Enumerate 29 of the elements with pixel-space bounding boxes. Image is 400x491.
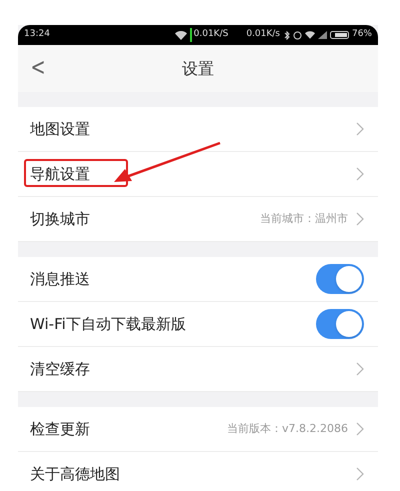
battery-level: 76%: [352, 28, 372, 42]
network-speed: 0.01K/s: [246, 28, 280, 42]
row-label: Wi-Fi下自动下载最新版: [30, 314, 186, 335]
page-title: 设置: [182, 58, 214, 80]
chevron-icon: [356, 422, 364, 436]
chevron-icon: [356, 212, 364, 226]
row-label: 导航设置: [30, 164, 90, 185]
battery-icon: [330, 31, 350, 39]
chevron-icon: [356, 122, 364, 136]
row-label: 地图设置: [30, 118, 90, 140]
row-value: 当前版本：v7.8.2.2086: [227, 420, 348, 437]
row-label: 切换城市: [30, 208, 90, 230]
row-label: 清空缓存: [30, 358, 90, 380]
back-button[interactable]: <: [30, 53, 46, 81]
wifi-icon: [174, 30, 187, 40]
row-label: 关于高德地图: [30, 464, 120, 485]
toggle-switch[interactable]: [316, 309, 364, 339]
network-speed-overlay: 0.01K/S: [190, 28, 228, 42]
chevron-icon: [356, 362, 364, 376]
row-label: 消息推送: [30, 268, 90, 290]
wifi-icon: [304, 31, 315, 39]
status-time: 13:24: [24, 28, 50, 42]
toggle-switch[interactable]: [316, 264, 364, 294]
chevron-icon: [356, 167, 364, 181]
row-value: 当前城市：温州市: [260, 210, 348, 227]
chevron-icon: [356, 467, 364, 481]
signal-icon: [318, 31, 327, 39]
bluetooth-icon: [284, 30, 290, 40]
row-label: 检查更新: [30, 418, 90, 440]
